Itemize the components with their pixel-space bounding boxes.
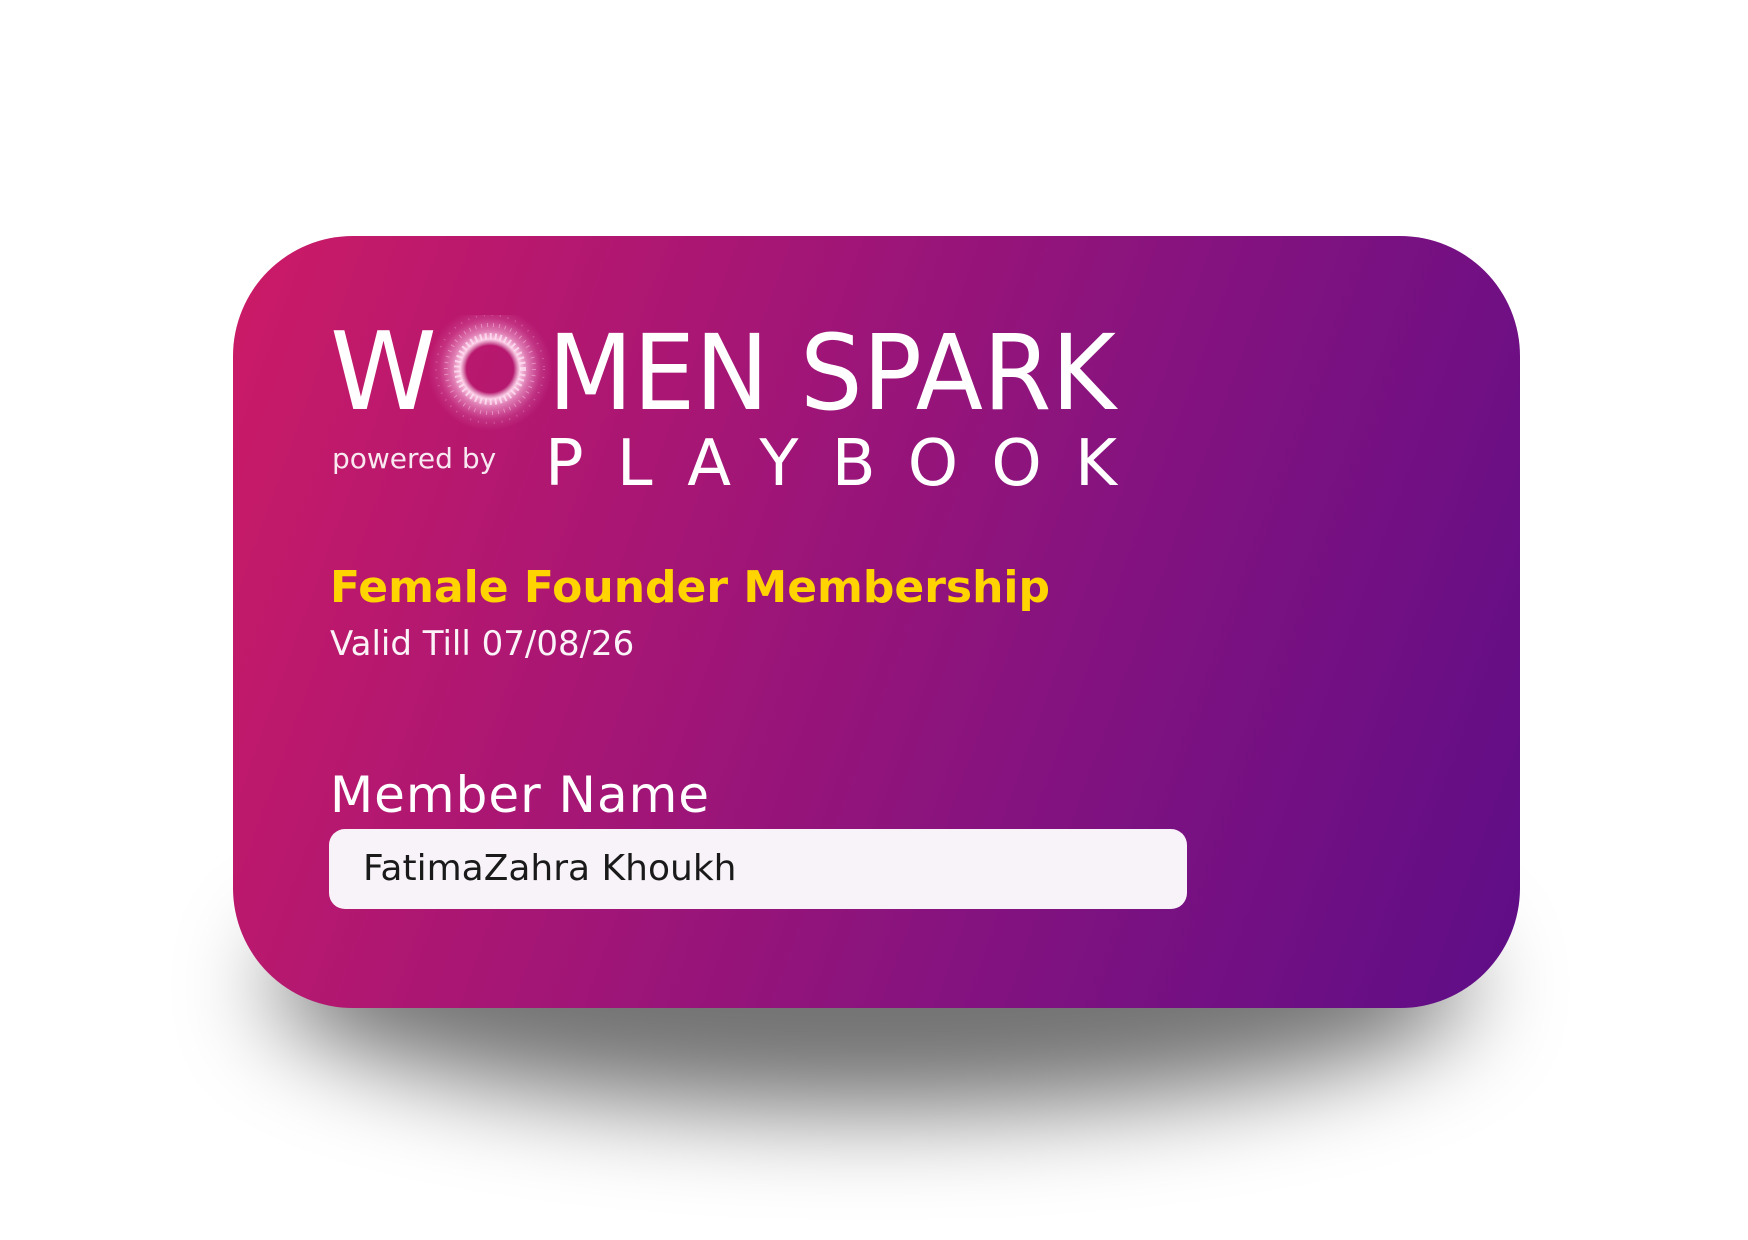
logo-letter-w: W bbox=[330, 315, 437, 435]
playbook-text: PLAYBOOK bbox=[545, 427, 1119, 500]
women-spark-logo: W MEN SPARK powered by PLAYBOOK bbox=[330, 315, 1120, 500]
validity-date: Valid Till 07/08/26 bbox=[330, 624, 635, 664]
powered-by-text: powered by bbox=[332, 442, 496, 475]
member-name-field: FatimaZahra Khoukh bbox=[329, 829, 1187, 909]
member-name-value: FatimaZahra Khoukh bbox=[363, 848, 737, 889]
logo-wordmark-text: MEN SPARK bbox=[548, 315, 1119, 434]
member-name-label: Member Name bbox=[330, 766, 711, 824]
spark-ring-icon bbox=[428, 315, 552, 431]
membership-type-title: Female Founder Membership bbox=[330, 562, 1051, 613]
